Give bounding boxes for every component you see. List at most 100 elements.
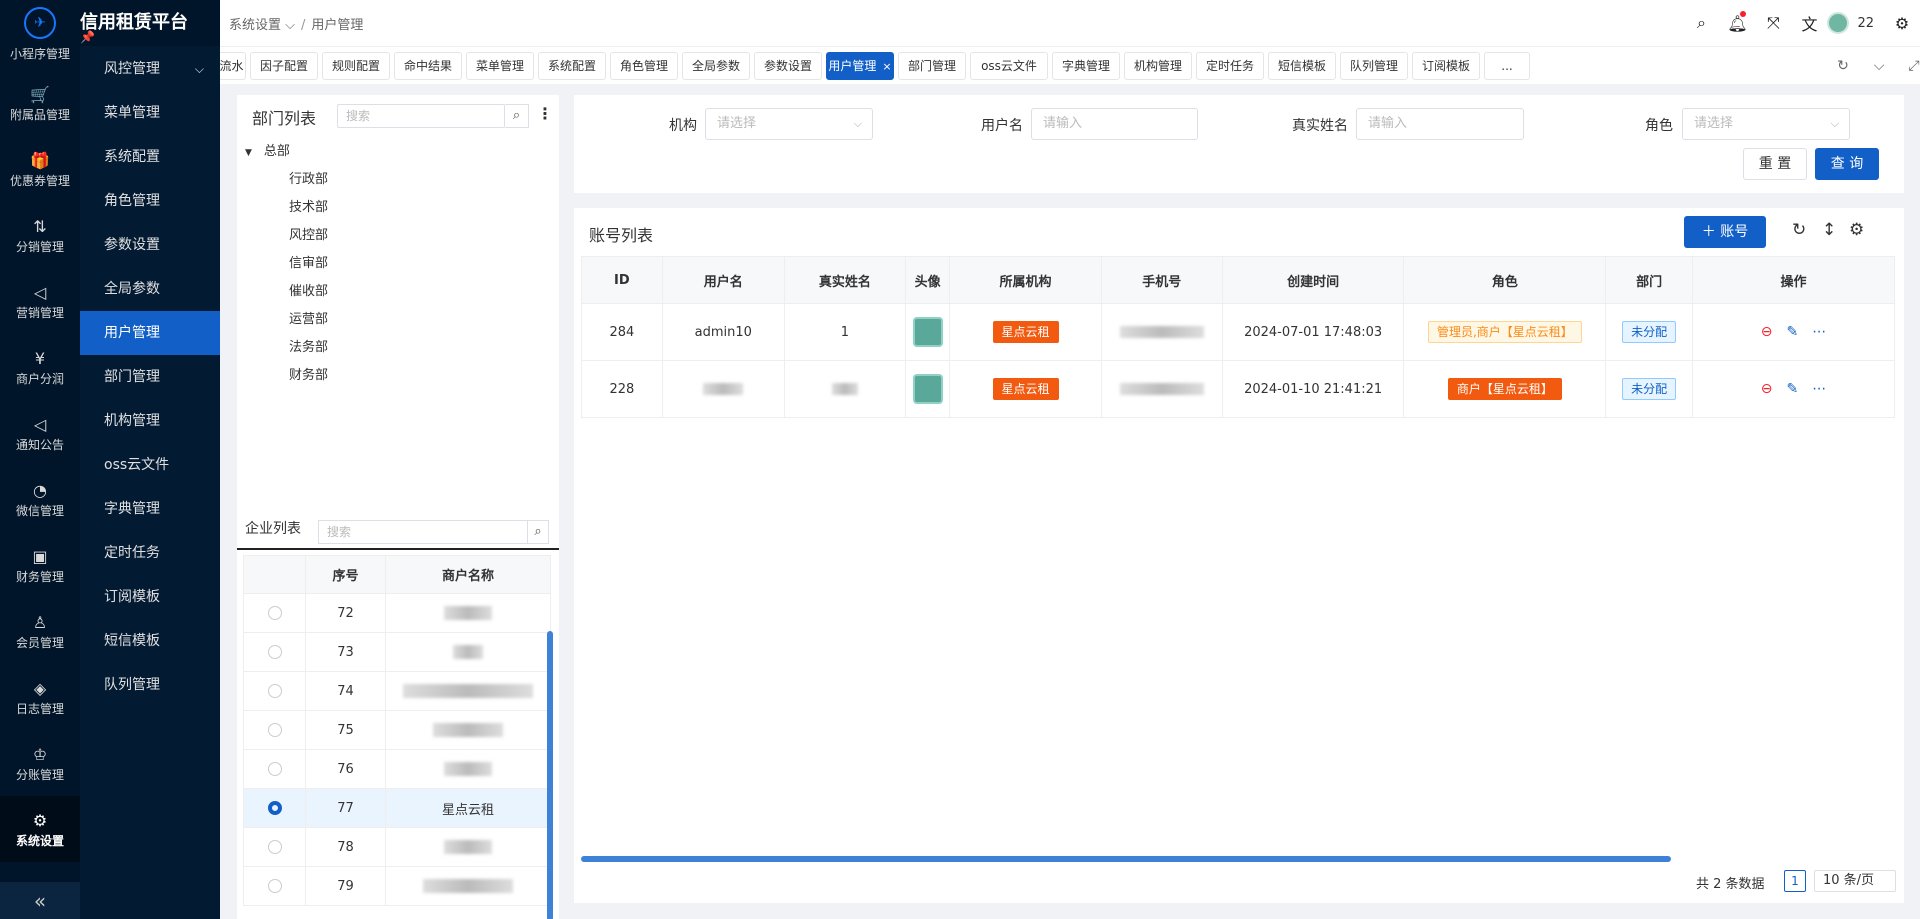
tab[interactable]: 用户管理 × [826, 52, 894, 80]
page-button[interactable]: 1 [1784, 870, 1806, 892]
rail-item[interactable]: ♔ 分账管理 [0, 730, 80, 796]
tab[interactable]: 角色管理 [610, 52, 678, 80]
column-height-icon[interactable]: ↕ [1822, 220, 1836, 240]
user-avatar[interactable] [1827, 12, 1850, 34]
more-icon[interactable]: ⋯ [1812, 381, 1826, 397]
submenu-item[interactable]: 菜单管理 [80, 91, 220, 135]
fullscreen-icon[interactable]: ⤢ [1900, 52, 1920, 80]
tree-node[interactable]: 催收部 [289, 280, 328, 299]
tab[interactable]: 参数设置 [754, 52, 822, 80]
vertical-scrollbar[interactable] [547, 631, 553, 919]
rail-item[interactable]: ◈ 日志管理 [0, 664, 80, 730]
rail-item[interactable]: ▣ 财务管理 [0, 532, 80, 598]
horizontal-scrollbar[interactable] [581, 856, 1671, 862]
edit-icon[interactable]: ✎ [1787, 324, 1799, 340]
rail-item-partial[interactable]: 小程序管理 [0, 46, 80, 70]
submenu-item[interactable]: 机构管理 [80, 399, 220, 443]
radio-button[interactable] [267, 840, 282, 854]
select-cell[interactable] [243, 593, 306, 633]
more-icon[interactable]: ⋯ [1812, 324, 1826, 340]
refresh-icon[interactable]: ↻ [1829, 52, 1857, 80]
tab[interactable]: oss云文件 [970, 52, 1048, 80]
search-icon[interactable]: ⌕ [1683, 13, 1719, 33]
select-cell[interactable] [243, 749, 306, 789]
tab[interactable]: ... [1484, 52, 1530, 80]
radio-button[interactable] [267, 801, 282, 815]
table-row[interactable]: 75 [243, 710, 551, 750]
role-select[interactable]: 请选择 ⌵ [1682, 108, 1850, 140]
tab[interactable]: 命中结果 [394, 52, 462, 80]
submenu-item[interactable]: 定时任务 [80, 531, 220, 575]
table-row[interactable]: 73 [243, 632, 551, 672]
rail-item[interactable]: ⇅ 分销管理 [0, 202, 80, 268]
select-cell[interactable] [243, 710, 306, 750]
submenu-item[interactable]: 字典管理 [80, 487, 220, 531]
tab[interactable]: 全局参数 [682, 52, 750, 80]
chevron-down-icon[interactable]: ⌵ [1865, 52, 1893, 80]
radio-button[interactable] [267, 723, 282, 737]
tree-node[interactable]: 运营部 [289, 308, 328, 327]
radio-button[interactable] [267, 684, 282, 698]
delete-icon[interactable]: ⊖ [1761, 324, 1773, 340]
username-input[interactable]: 请输入 [1031, 108, 1198, 140]
tab[interactable]: 定时任务 [1196, 52, 1264, 80]
select-cell[interactable] [243, 671, 306, 711]
delete-icon[interactable]: ⊖ [1761, 381, 1773, 397]
submenu-item[interactable]: 风控管理 ⌵ [80, 47, 220, 91]
submenu-item[interactable]: 队列管理 [80, 663, 220, 707]
rail-item[interactable]: ¥ 商户分润 [0, 334, 80, 400]
select-cell[interactable] [243, 788, 306, 828]
submenu-item[interactable]: 系统配置 [80, 135, 220, 179]
rail-item[interactable]: ◁ 通知公告 [0, 400, 80, 466]
radio-button[interactable] [267, 606, 282, 620]
tab[interactable]: 队列管理 [1340, 52, 1408, 80]
radio-button[interactable] [267, 879, 282, 893]
radio-button[interactable] [267, 645, 282, 659]
tab[interactable]: 规则配置 [322, 52, 390, 80]
tab[interactable]: 流水 [220, 52, 246, 80]
submenu-item[interactable]: 全局参数 [80, 267, 220, 311]
more-vertical-icon[interactable]: ⋮ [537, 104, 553, 123]
tab[interactable]: 部门管理 [898, 52, 966, 80]
submenu-item[interactable]: 部门管理 [80, 355, 220, 399]
tab[interactable]: 短信模板 [1268, 52, 1336, 80]
radio-button[interactable] [267, 762, 282, 776]
settings-gear-icon[interactable]: ⚙ [1884, 14, 1920, 33]
translate-icon[interactable]: 文 [1791, 11, 1827, 35]
select-cell[interactable] [243, 866, 306, 906]
tree-node[interactable]: 技术部 [289, 196, 328, 215]
submenu-item[interactable]: 角色管理 [80, 179, 220, 223]
submenu-item[interactable]: 短信模板 [80, 619, 220, 663]
dept-search-input[interactable]: 搜索 [337, 104, 505, 128]
table-row[interactable]: 284 admin10 1 星点云租 2024-07-01 17:48:03 管理员,商户… [581, 303, 1895, 361]
table-row[interactable]: 72 [243, 593, 551, 633]
select-cell[interactable] [243, 827, 306, 867]
bell-icon[interactable]: 🔔︎ [1719, 10, 1755, 33]
query-button[interactable]: 查 询 [1815, 148, 1879, 180]
org-select[interactable]: 请选择 ⌵ [705, 108, 873, 140]
refresh-icon[interactable]: ↻ [1792, 220, 1806, 240]
settings-icon[interactable]: ⚙ [1849, 220, 1864, 240]
tree-node[interactable]: 财务部 [289, 364, 328, 383]
rail-item[interactable]: 🛒 附属品管理 [0, 70, 80, 136]
submenu-item[interactable]: 参数设置 [80, 223, 220, 267]
close-icon[interactable]: × [882, 60, 891, 73]
table-row[interactable]: 74 [243, 671, 551, 711]
search-icon[interactable]: ⌕ [527, 520, 549, 544]
table-row[interactable]: 76 [243, 749, 551, 789]
rail-item[interactable]: ◔ 微信管理 [0, 466, 80, 532]
reset-button[interactable]: 重 置 [1743, 148, 1807, 180]
caret-down-icon[interactable]: ▼ [245, 148, 252, 158]
tab[interactable]: 因子配置 [250, 52, 318, 80]
table-row[interactable]: 79 [243, 866, 551, 906]
tab[interactable]: 菜单管理 [466, 52, 534, 80]
submenu-item[interactable]: 订阅模板 [80, 575, 220, 619]
tree-node[interactable]: 法务部 [289, 336, 328, 355]
tab[interactable]: 系统配置 [538, 52, 606, 80]
table-row[interactable]: 78 [243, 827, 551, 867]
search-icon[interactable]: ⌕ [505, 104, 529, 128]
tab[interactable]: 字典管理 [1052, 52, 1120, 80]
edit-icon[interactable]: ✎ [1787, 381, 1799, 397]
fullscreen-icon[interactable]: ⤧ [1755, 13, 1791, 33]
tree-node[interactable]: 信审部 [289, 252, 328, 271]
